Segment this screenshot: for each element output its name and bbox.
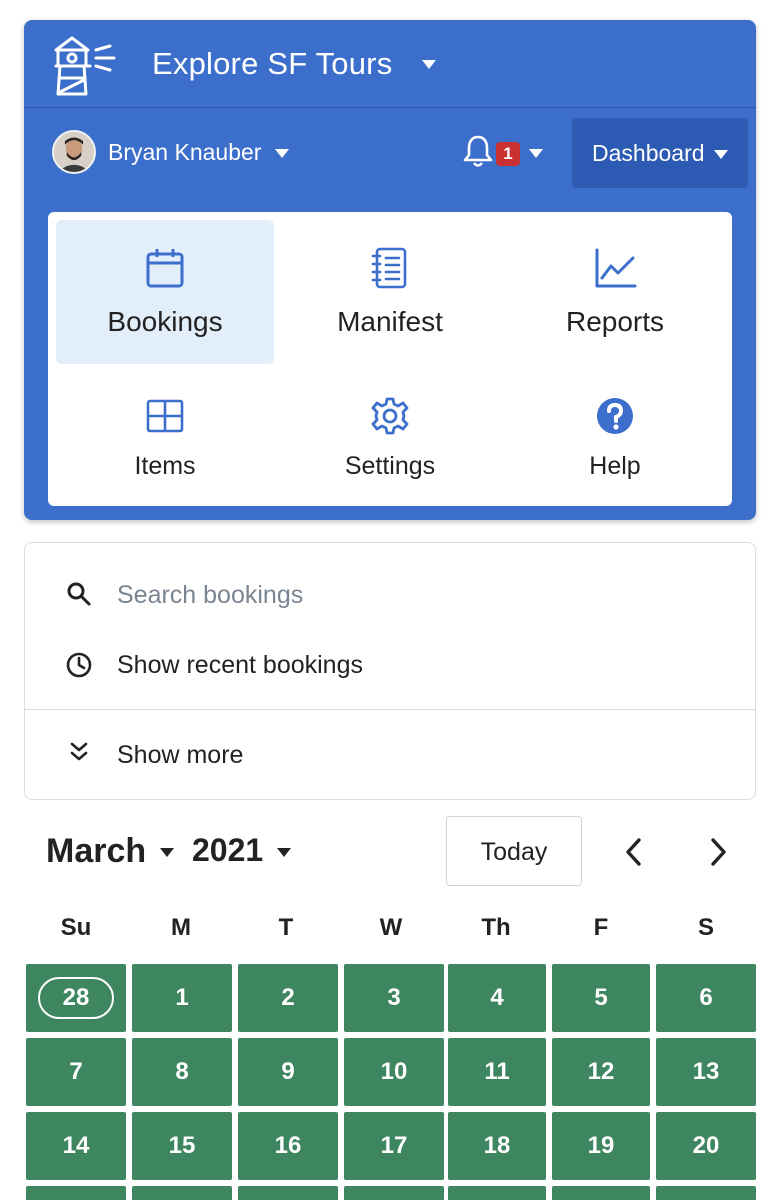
calendar-day[interactable]: 2 [238, 964, 338, 1032]
today-button[interactable]: Today [446, 816, 582, 886]
dashboard-label: Dashboard [592, 140, 705, 166]
bell-icon[interactable] [462, 133, 494, 169]
calendar-day[interactable] [552, 1186, 650, 1200]
weekday-label: Th [481, 914, 511, 941]
search-input[interactable]: Search bookings [117, 581, 303, 610]
brand-dropdown-caret-icon[interactable] [422, 60, 436, 69]
avatar[interactable] [52, 130, 96, 174]
weekday-header: Su M T W Th F S [24, 906, 756, 946]
chevron-right-icon[interactable] [700, 832, 736, 872]
search-row[interactable]: Search bookings [25, 571, 755, 619]
calendar-day[interactable]: 11 [448, 1038, 546, 1106]
app-header: Explore SF Tours Bryan Knauber 1 Dashboa… [24, 20, 756, 520]
day-number: 28 [38, 977, 114, 1019]
chevron-down-icon [714, 150, 728, 159]
double-chevron-down-icon [70, 742, 88, 761]
calendar-day[interactable] [26, 1186, 126, 1200]
menu-item-settings[interactable]: Settings [281, 380, 499, 500]
gear-icon [371, 397, 409, 435]
notebook-icon [371, 247, 407, 289]
menu-item-label: Reports [565, 306, 665, 337]
weekday-label: M [171, 914, 191, 941]
weekday-label: W [379, 914, 403, 941]
calendar-day[interactable]: 18 [448, 1112, 546, 1180]
menu-item-manifest[interactable]: Manifest [281, 220, 499, 364]
recent-bookings-label: Show recent bookings [117, 651, 363, 679]
calendar-day[interactable]: 12 [552, 1038, 650, 1106]
month-selector[interactable]: March [46, 832, 146, 871]
search-icon [67, 582, 91, 606]
user-bar: Bryan Knauber 1 Dashboard [24, 118, 756, 190]
show-more-label: Show more [117, 741, 244, 769]
menu-item-label: Settings [344, 452, 436, 480]
search-panel: Search bookings Show recent bookings Sho… [24, 542, 756, 800]
calendar-day[interactable]: 19 [552, 1112, 650, 1180]
year-dropdown-caret-icon[interactable] [277, 848, 291, 857]
month-dropdown-caret-icon[interactable] [160, 848, 174, 857]
weekday-label: S [697, 914, 714, 941]
calendar-day[interactable]: 28 [26, 964, 126, 1032]
line-chart-icon [595, 248, 637, 288]
dashboard-button[interactable]: Dashboard [572, 118, 748, 188]
notifications-dropdown-caret-icon[interactable] [529, 149, 543, 158]
menu-item-help[interactable]: Help [506, 380, 724, 500]
divider [25, 709, 755, 710]
weekday-label: T [278, 914, 294, 941]
calendar-header: March 2021 Today [24, 812, 756, 890]
navigation-menu: Bookings Manifest Reports Items Settings… [48, 212, 732, 506]
menu-item-label: Items [134, 452, 196, 480]
calendar-day[interactable]: 8 [132, 1038, 232, 1106]
weekday-label: F [593, 914, 609, 941]
calendar-day[interactable]: 4 [448, 964, 546, 1032]
calendar-day[interactable] [344, 1186, 444, 1200]
calendar-icon [146, 249, 184, 288]
menu-item-reports[interactable]: Reports [506, 220, 724, 364]
calendar-day[interactable]: 13 [656, 1038, 756, 1106]
calendar-day[interactable]: 20 [656, 1112, 756, 1180]
calendar-day[interactable]: 6 [656, 964, 756, 1032]
menu-item-bookings[interactable]: Bookings [56, 220, 274, 364]
clock-icon [66, 652, 92, 678]
calendar-day[interactable]: 16 [238, 1112, 338, 1180]
show-more-row[interactable]: Show more [25, 733, 755, 777]
calendar-day[interactable]: 9 [238, 1038, 338, 1106]
menu-item-label: Manifest [337, 306, 443, 337]
lighthouse-logo-icon [54, 36, 116, 96]
calendar-day[interactable]: 14 [26, 1112, 126, 1180]
calendar-day[interactable]: 15 [132, 1112, 232, 1180]
user-dropdown-caret-icon[interactable] [275, 149, 289, 158]
calendar-day[interactable]: 3 [344, 964, 444, 1032]
brand-bar: Explore SF Tours [24, 20, 756, 108]
calendar-day[interactable] [656, 1186, 756, 1200]
calendar-day[interactable]: 10 [344, 1038, 444, 1106]
calendar-day[interactable]: 7 [26, 1038, 126, 1106]
today-label: Today [480, 838, 548, 866]
recent-bookings-row[interactable]: Show recent bookings [25, 643, 755, 687]
person-photo-icon [54, 132, 94, 172]
calendar-day[interactable] [238, 1186, 338, 1200]
chevron-left-icon[interactable] [616, 832, 652, 872]
menu-item-label: Bookings [107, 306, 223, 337]
calendar-day[interactable]: 17 [344, 1112, 444, 1180]
grid-icon [146, 399, 184, 433]
menu-item-items[interactable]: Items [56, 380, 274, 500]
calendar-day[interactable] [448, 1186, 546, 1200]
calendar-grid: 28 1 2 3 4 5 6 7 8 9 10 11 12 13 14 15 1… [24, 962, 756, 1200]
question-circle-icon [597, 398, 633, 434]
user-name[interactable]: Bryan Knauber [108, 139, 261, 166]
calendar-day[interactable]: 1 [132, 964, 232, 1032]
brand-title[interactable]: Explore SF Tours [152, 46, 392, 82]
year-selector[interactable]: 2021 [192, 832, 263, 869]
calendar-day[interactable]: 5 [552, 964, 650, 1032]
calendar-day[interactable] [132, 1186, 232, 1200]
weekday-label: Su [60, 914, 92, 941]
notification-badge: 1 [496, 142, 520, 166]
menu-item-label: Help [589, 452, 641, 480]
